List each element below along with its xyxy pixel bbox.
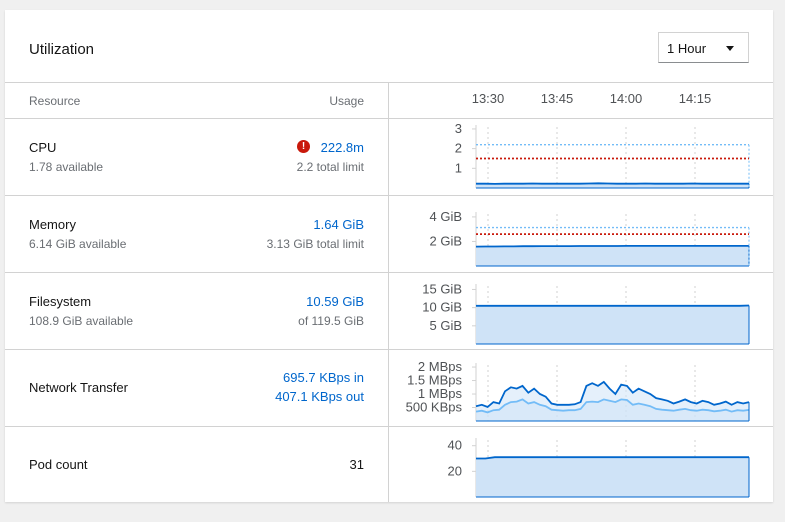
usage-in-value[interactable]: 695.7 KBps in [283,370,364,385]
table-row-filesystem: Filesystem 108.9 GiB available 10.59 GiB… [5,272,388,349]
resource-available: 108.9 GiB available [29,314,134,328]
filesystem-chart: 15 GiB 10 GiB 5 GiB [422,281,750,345]
divider [5,82,773,83]
y-tick-label: 2 [455,141,462,156]
resource-name: CPU [29,140,57,155]
table-row-memory: Memory 6.14 GiB available 1.64 GiB 3.13 … [5,195,388,272]
time-tick: 14:15 [678,91,712,106]
y-tick-label: 3 [455,121,462,136]
table-row-cpu: CPU 1.78 available ! 222.8m 2.2 total li… [5,118,388,195]
series-line [475,245,749,248]
time-range-value: 1 Hour [667,41,707,56]
resource-name: Memory [29,217,76,232]
table-row-pods: Pod count 31 [5,426,388,502]
series-area [476,245,749,266]
resource-name: Filesystem [29,294,92,309]
usage-limit: 3.13 GiB total limit [266,237,364,251]
memory-chart: 4 GiB 2 GiB [429,209,750,267]
resource-name: Network Transfer [29,380,128,395]
usage-value[interactable]: 10.59 GiB [306,294,364,309]
utilization-card: Utilization 1 Hour Resource Usage 13:30 … [5,10,773,502]
time-tick: 14:00 [609,91,643,106]
cpu-chart: 3 2 1 [455,121,750,189]
usage-value[interactable]: 222.8m [321,140,364,155]
y-tick-label: 2 GiB [429,233,462,248]
column-header-resource: Resource [29,94,81,108]
usage-value: 31 [349,457,364,472]
y-tick-label: 4 GiB [429,209,462,224]
usage-value[interactable]: 1.64 GiB [313,217,364,232]
table-row-network: Network Transfer 695.7 KBps in 407.1 KBp… [5,349,388,426]
resource-name: Pod count [29,457,88,472]
pod-count-chart: 40 20 [448,438,750,498]
y-tick-label: 20 [448,463,462,478]
y-tick-label: 15 GiB [422,281,462,296]
time-tick: 13:45 [540,91,574,106]
network-chart: 2 MBps1.5 MBps1 MBps500 KBps [406,359,750,422]
y-tick-label: 5 GiB [429,318,462,333]
caret-down-icon [726,46,734,51]
error-circle-icon: ! [297,140,310,153]
usage-limit: of 119.5 GiB [298,314,364,328]
y-tick-label: 10 GiB [422,300,462,315]
series-area [476,457,749,497]
series-line [476,182,749,185]
card-title: Utilization [29,41,95,58]
resource-available: 1.78 available [29,160,104,174]
usage-limit: 2.2 total limit [296,160,364,174]
time-tick: 13:30 [471,91,505,106]
resource-available: 6.14 GiB available [29,237,127,251]
y-tick-label: 1 [455,160,462,175]
usage-out-value[interactable]: 407.1 KBps out [275,389,364,404]
y-tick-label: 500 KBps [406,400,463,415]
series-area [476,305,749,344]
column-header-usage: Usage [329,94,364,108]
y-tick-label: 40 [448,438,462,453]
time-range-dropdown[interactable]: 1 Hour [658,32,749,63]
